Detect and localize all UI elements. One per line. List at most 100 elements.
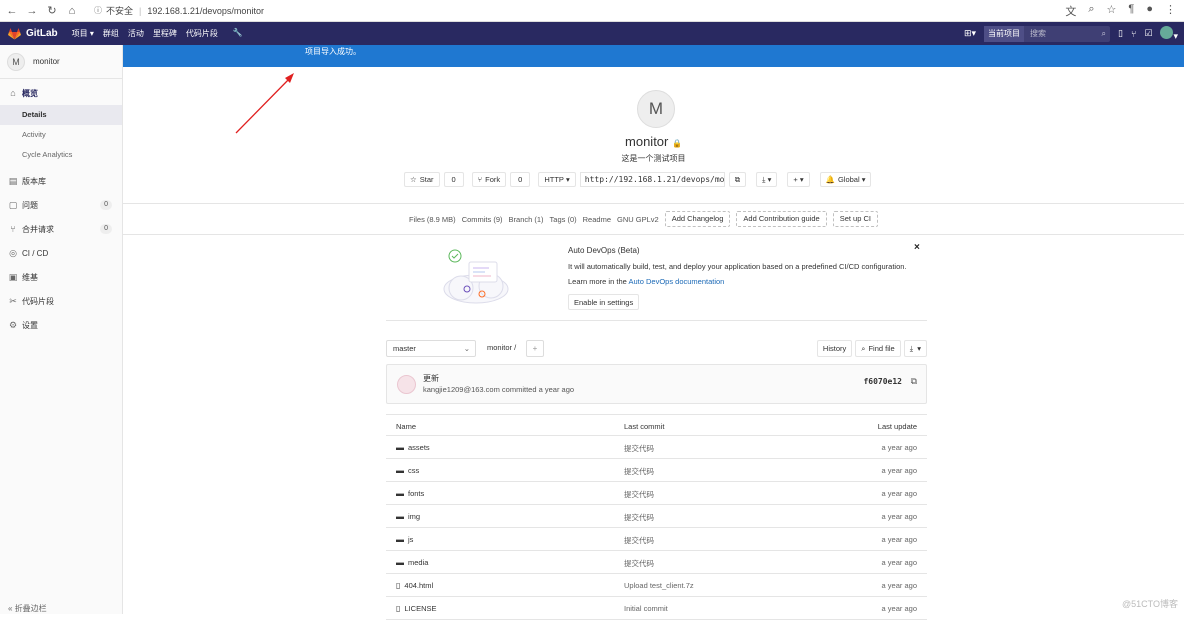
file-name[interactable]: ▯ 404.html xyxy=(396,581,433,590)
file-name[interactable]: ▬ js xyxy=(396,535,413,544)
notification-dropdown[interactable]: 🔔 Global ▾ xyxy=(819,172,872,187)
extension-icon[interactable]: ¶ xyxy=(1128,3,1134,19)
sidebar-item-repository[interactable]: ▤ 版本库 xyxy=(0,169,122,193)
address-bar[interactable]: ⓘ 不安全 | 192.168.1.21/devops/monitor xyxy=(94,4,264,17)
star-button[interactable]: ☆ Star xyxy=(404,172,440,187)
table-row[interactable]: ▬ js 提交代码 a year ago xyxy=(386,528,927,551)
sidebar-project[interactable]: M monitor xyxy=(0,45,122,79)
sidebar-item-ci-cd[interactable]: ◎ CI / CD xyxy=(0,241,122,265)
translate-icon[interactable]: 文 xyxy=(1065,3,1076,19)
gitlab-logo[interactable]: GitLab xyxy=(8,27,58,40)
file-last-commit[interactable]: 提交代码 xyxy=(624,443,654,454)
file-last-commit[interactable]: 提交代码 xyxy=(624,466,654,477)
table-row[interactable]: ▬ img 提交代码 a year ago xyxy=(386,505,927,528)
nav-groups[interactable]: 群组 xyxy=(103,28,119,39)
license-link[interactable]: GNU GPLv2 xyxy=(617,215,659,224)
file-name[interactable]: ▬ assets xyxy=(396,443,430,452)
back-icon[interactable]: ← xyxy=(4,5,20,17)
table-row[interactable]: ▬ css 提交代码 a year ago xyxy=(386,459,927,482)
files-link[interactable]: Files (8.9 MB) xyxy=(409,215,456,224)
enable-in-settings-button[interactable]: Enable in settings xyxy=(568,294,640,310)
todo-icon[interactable]: ☑ xyxy=(1144,28,1152,39)
sidebar-item-settings[interactable]: ⚙ 设置 xyxy=(0,313,122,337)
find-file-button[interactable]: ⌕ Find file xyxy=(855,340,901,357)
fork-count[interactable]: 0 xyxy=(510,172,531,187)
merge-request-icon[interactable]: ⑂ xyxy=(1131,29,1136,39)
commit-sha[interactable]: f6070e12 xyxy=(863,377,902,386)
clone-protocol-dropdown[interactable]: HTTP ▾ xyxy=(538,172,576,187)
star-count[interactable]: 0 xyxy=(443,172,464,187)
file-last-commit[interactable]: 提交代码 xyxy=(624,489,654,500)
user-avatar[interactable]: ▾ xyxy=(1160,25,1178,42)
file-name[interactable]: ▬ media xyxy=(396,558,428,567)
download-archive-dropdown[interactable]: ⤓ ▾ xyxy=(903,340,927,357)
nav-milestones[interactable]: 里程碑 xyxy=(153,28,177,39)
home-icon[interactable]: ⌂ xyxy=(64,5,80,17)
sidebar-item-snippets[interactable]: ✂ 代码片段 xyxy=(0,289,122,313)
sidebar-item-merge-requests[interactable]: ⑂ 合并请求 0 xyxy=(0,217,122,241)
search-scope[interactable]: 当前项目 xyxy=(984,25,1025,42)
file-last-commit[interactable]: Initial commit xyxy=(624,604,668,613)
reload-icon[interactable]: ↻ xyxy=(44,4,60,17)
nav-snippets[interactable]: 代码片段 xyxy=(186,28,218,39)
table-row[interactable]: ▬ media 提交代码 a year ago xyxy=(386,551,927,574)
file-last-commit[interactable]: 提交代码 xyxy=(624,558,654,569)
menu-icon[interactable]: ⋮ xyxy=(1165,3,1176,19)
table-row[interactable]: ▯ LICENSE Initial commit a year ago xyxy=(386,597,927,620)
nav-activity[interactable]: 活动 xyxy=(128,28,144,39)
file-last-commit[interactable]: 提交代码 xyxy=(624,512,654,523)
committer-avatar[interactable] xyxy=(397,375,416,394)
folder-icon: ▬ xyxy=(396,489,404,498)
branch-select[interactable]: master ⌄ xyxy=(386,340,476,357)
sidebar-toggle-icon[interactable]: ▯ xyxy=(1118,28,1123,39)
branch-link[interactable]: Branch (1) xyxy=(509,215,544,224)
sidebar-item-issues[interactable]: ▢ 问题 0 xyxy=(0,193,122,217)
fork-button[interactable]: ⑂ Fork xyxy=(471,172,507,187)
commits-link[interactable]: Commits (9) xyxy=(462,215,503,224)
sidebar-sub-cycle-analytics[interactable]: Cycle Analytics xyxy=(0,145,122,165)
setup-ci-button[interactable]: Set up CI xyxy=(832,211,878,227)
commit-title[interactable]: 更新 xyxy=(423,373,439,384)
wrench-icon[interactable]: 🔧 xyxy=(233,28,243,39)
table-row[interactable]: ▬ assets 提交代码 a year ago xyxy=(386,436,927,459)
search-box[interactable]: 当前项目 搜索 ⌕ xyxy=(984,25,1111,42)
add-file-button[interactable]: + xyxy=(526,340,544,357)
add-contribution-guide-button[interactable]: Add Contribution guide xyxy=(736,211,827,227)
download-dropdown[interactable]: ⤓ ▾ xyxy=(756,172,778,187)
table-row[interactable]: ▯ 404.html Upload test_client.7z a year ago xyxy=(386,574,927,597)
close-icon[interactable]: × xyxy=(914,242,920,253)
copy-sha-icon[interactable]: ⧉ xyxy=(911,376,917,387)
sidebar-item-wiki[interactable]: ▣ 维基 xyxy=(0,265,122,289)
devops-docs-link[interactable]: Auto DevOps documentation xyxy=(628,277,724,286)
history-button[interactable]: History xyxy=(816,340,853,357)
file-name[interactable]: ▬ fonts xyxy=(396,489,424,498)
readme-link[interactable]: Readme xyxy=(583,215,611,224)
bookmark-star-icon[interactable]: ☆ xyxy=(1107,3,1117,19)
sidebar-sub-activity[interactable]: Activity xyxy=(0,125,122,145)
info-icon[interactable]: ⓘ xyxy=(94,5,102,16)
new-item-dropdown[interactable]: + ▾ xyxy=(787,172,810,187)
file-last-commit[interactable]: Upload test_client.7z xyxy=(624,581,694,590)
search-icon[interactable]: ⌕ xyxy=(1102,29,1110,39)
copy-url-button[interactable]: ⧉ xyxy=(728,172,747,187)
tree-breadcrumb[interactable]: monitor / xyxy=(487,343,516,352)
nav-projects[interactable]: 项目 ▾ xyxy=(72,28,94,39)
add-changelog-button[interactable]: Add Changelog xyxy=(664,211,731,227)
tags-link[interactable]: Tags (0) xyxy=(550,215,577,224)
sidebar-item-overview[interactable]: ⌂ 概览 xyxy=(0,81,122,105)
sidebar-sub-details[interactable]: Details xyxy=(0,105,122,125)
search-input[interactable]: 搜索 xyxy=(1024,28,1102,39)
new-plus-icon[interactable]: ⊞▾ xyxy=(964,28,976,39)
collapse-sidebar-button[interactable]: « 折叠边栏 xyxy=(8,603,47,614)
file-name[interactable]: ▬ img xyxy=(396,512,420,521)
forward-icon[interactable]: → xyxy=(24,5,40,17)
zoom-icon[interactable]: ⌕ xyxy=(1088,3,1094,19)
file-name[interactable]: ▬ css xyxy=(396,466,419,475)
account-icon[interactable]: ● xyxy=(1146,3,1153,19)
file-name[interactable]: ▯ LICENSE xyxy=(396,604,437,613)
clone-url-input[interactable]: http://192.168.1.21/devops/monitor.git xyxy=(579,172,725,187)
url-text[interactable]: 192.168.1.21/devops/monitor xyxy=(147,6,264,16)
table-row[interactable]: ▬ fonts 提交代码 a year ago xyxy=(386,482,927,505)
file-last-commit[interactable]: 提交代码 xyxy=(624,535,654,546)
download-icon: ⤓ xyxy=(909,343,914,353)
